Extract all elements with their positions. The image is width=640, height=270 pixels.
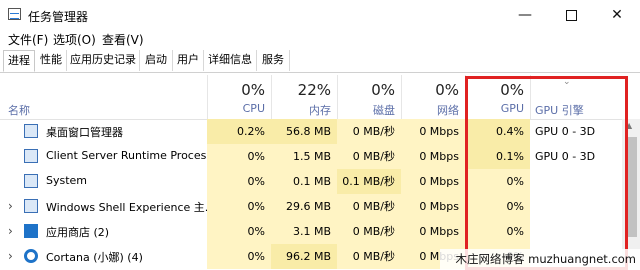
tab-performance[interactable]: 性能 <box>36 50 67 71</box>
network-label: 网络 <box>437 104 459 117</box>
system-process-icon <box>24 174 38 188</box>
memory-value: 1.5 MB <box>271 144 337 169</box>
disk-value: 0 MB/秒 <box>337 194 401 219</box>
cpu-value: 0% <box>207 244 271 269</box>
store-bag-icon <box>24 224 38 238</box>
watermark: 木庄网络博客 muzhuangnet.com <box>440 249 640 270</box>
tab-bar: 进程 性能 应用历史记录 启动 用户 详细信息 服务 <box>0 50 640 73</box>
process-name: 桌面窗口管理器 <box>46 126 123 139</box>
tab-app-history[interactable]: 应用历史记录 <box>67 50 140 71</box>
network-total: 0% <box>435 81 459 99</box>
cpu-label: CPU <box>242 102 265 115</box>
memory-value: 29.6 MB <box>271 194 337 219</box>
expand-chevron-icon[interactable]: › <box>8 199 13 213</box>
gpu-highlight-box <box>465 76 628 270</box>
network-value: 0 Mbps <box>401 169 465 194</box>
process-name: Cortana (小娜) (4) <box>46 251 143 264</box>
maximize-icon <box>565 9 577 21</box>
expand-chevron-icon[interactable]: › <box>8 224 13 238</box>
cpu-value: 0% <box>207 194 271 219</box>
process-name: 应用商店 (2) <box>46 226 110 239</box>
process-name: Windows Shell Experience 主... <box>46 201 216 214</box>
memory-value: 56.8 MB <box>271 119 337 144</box>
cpu-value: 0% <box>207 144 271 169</box>
process-name: Client Server Runtime Process <box>46 149 213 162</box>
disk-value: 0 MB/秒 <box>337 119 401 144</box>
disk-value: 0.1 MB/秒 <box>337 169 401 194</box>
close-button[interactable]: ✕ <box>594 0 640 30</box>
network-value: 0 Mbps <box>401 219 465 244</box>
disk-value: 0 MB/秒 <box>337 244 401 269</box>
column-memory[interactable]: 22% 内存 <box>271 75 337 119</box>
minimize-icon: — <box>518 7 532 23</box>
close-icon: ✕ <box>611 7 623 23</box>
cpu-value: 0% <box>207 219 271 244</box>
tab-users[interactable]: 用户 <box>173 50 204 71</box>
disk-total: 0% <box>371 81 395 99</box>
network-value: 0 Mbps <box>401 194 465 219</box>
tab-startup[interactable]: 启动 <box>140 50 173 71</box>
maximize-button[interactable] <box>548 0 594 30</box>
disk-value: 0 MB/秒 <box>337 144 401 169</box>
menu-view[interactable]: 查看(V) <box>102 31 144 48</box>
title-bar: 任务管理器 — ✕ <box>0 0 640 30</box>
disk-label: 磁盘 <box>373 104 395 117</box>
memory-label: 内存 <box>309 104 331 117</box>
column-network[interactable]: 0% 网络 <box>401 75 465 119</box>
memory-total: 22% <box>297 81 331 99</box>
process-name: System <box>46 174 88 187</box>
expand-chevron-icon[interactable]: › <box>8 249 13 263</box>
tab-services[interactable]: 服务 <box>257 50 290 71</box>
tab-processes[interactable]: 进程 <box>3 50 35 72</box>
memory-value: 3.1 MB <box>271 219 337 244</box>
disk-value: 0 MB/秒 <box>337 219 401 244</box>
cpu-value: 0% <box>207 169 271 194</box>
menu-file[interactable]: 文件(F) <box>8 31 48 48</box>
window-title: 任务管理器 <box>28 10 89 24</box>
menu-options[interactable]: 选项(O) <box>53 31 96 48</box>
memory-value: 96.2 MB <box>271 244 337 269</box>
window-manager-icon <box>24 124 38 138</box>
cortana-circle-icon <box>24 249 38 263</box>
column-name[interactable]: 名称 <box>8 102 30 118</box>
network-value: 0 Mbps <box>401 144 465 169</box>
memory-value: 0.1 MB <box>271 169 337 194</box>
network-value: 0 Mbps <box>401 119 465 144</box>
task-manager-icon <box>8 8 21 20</box>
system-process-icon <box>24 149 38 163</box>
minimize-button[interactable]: — <box>502 0 548 30</box>
cpu-value: 0.2% <box>207 119 271 144</box>
cpu-total: 0% <box>241 81 265 99</box>
column-cpu[interactable]: 0% CPU <box>207 75 271 119</box>
tab-details[interactable]: 详细信息 <box>204 50 257 71</box>
menu-bar: 文件(F) 选项(O) 查看(V) <box>0 30 640 48</box>
shell-experience-icon <box>24 199 38 213</box>
column-disk[interactable]: 0% 磁盘 <box>337 75 401 119</box>
